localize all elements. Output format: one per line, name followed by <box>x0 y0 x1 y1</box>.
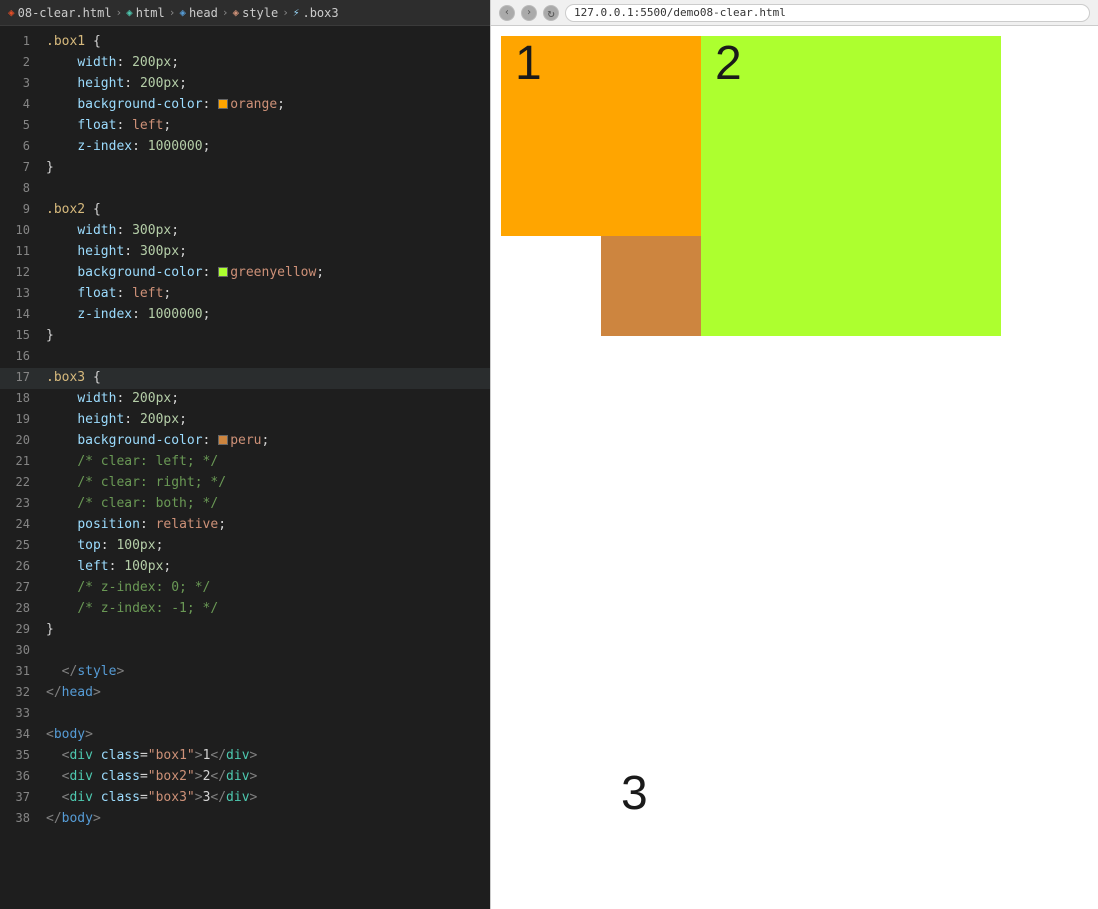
demo-box1: 1 <box>501 36 701 236</box>
breadcrumb-style-label: style <box>242 6 278 20</box>
color-swatch-orange <box>218 99 228 109</box>
code-block-box1: 1 .box1 { 2 width: 200px; 3 height: 200p… <box>0 26 490 836</box>
breadcrumb-head-label: head <box>189 6 218 20</box>
file-icon: ◈ <box>8 6 15 19</box>
breadcrumb-file-label: 08-clear.html <box>18 6 112 20</box>
code-line-30: 30 <box>0 641 490 662</box>
head-icon: ◈ <box>179 6 186 19</box>
browser-back-button[interactable]: ‹ <box>499 5 515 21</box>
code-line-5: 5 float: left; <box>0 116 490 137</box>
code-line-17: 17 .box3 { <box>0 368 490 389</box>
breadcrumb-sep3: › <box>222 6 229 19</box>
code-line-4: 4 background-color: orange; <box>0 95 490 116</box>
code-line-37: 37 <div class="box3">3</div> <box>0 788 490 809</box>
browser-header: ‹ › ↻ 127.0.0.1:5500/demo08-clear.html <box>491 0 1098 26</box>
code-line-3: 3 height: 200px; <box>0 74 490 95</box>
breadcrumb-html-label: html <box>136 6 165 20</box>
box1-label: 1 <box>501 29 556 98</box>
breadcrumb-file[interactable]: ◈ 08-clear.html <box>8 6 112 20</box>
browser-refresh-button[interactable]: ↻ <box>543 5 559 21</box>
code-line-1: 1 .box1 { <box>0 32 490 53</box>
code-line-16: 16 <box>0 347 490 368</box>
code-line-23: 23 /* clear: both; */ <box>0 494 490 515</box>
code-line-13: 13 float: left; <box>0 284 490 305</box>
code-line-31: 31 </style> <box>0 662 490 683</box>
code-line-8: 8 <box>0 179 490 200</box>
editor-panel: ◈ 08-clear.html › ◈ html › ◈ head › ◈ st… <box>0 0 490 909</box>
code-line-14: 14 z-index: 1000000; <box>0 305 490 326</box>
color-swatch-peru <box>218 435 228 445</box>
code-line-22: 22 /* clear: right; */ <box>0 473 490 494</box>
color-swatch-greenyellow <box>218 267 228 277</box>
box2-label: 2 <box>701 29 756 98</box>
breadcrumb-style[interactable]: ◈ style <box>232 6 278 20</box>
code-line-20: 20 background-color: peru; <box>0 431 490 452</box>
browser-content: 1 2 3 <box>491 26 1098 909</box>
breadcrumb-head[interactable]: ◈ head <box>179 6 218 20</box>
code-line-28: 28 /* z-index: -1; */ <box>0 599 490 620</box>
code-line-29: 29 } <box>0 620 490 641</box>
code-line-36: 36 <div class="box2">2</div> <box>0 767 490 788</box>
code-line-2: 2 width: 200px; <box>0 53 490 74</box>
code-line-26: 26 left: 100px; <box>0 557 490 578</box>
code-line-6: 6 z-index: 1000000; <box>0 137 490 158</box>
code-line-18: 18 width: 200px; <box>0 389 490 410</box>
breadcrumb-html[interactable]: ◈ html <box>126 6 165 20</box>
breadcrumb-sep1: › <box>116 6 123 19</box>
code-line-27: 27 /* z-index: 0; */ <box>0 578 490 599</box>
breadcrumb-sep4: › <box>282 6 289 19</box>
breadcrumb-sep2: › <box>169 6 176 19</box>
demo-box2: 2 <box>701 36 1001 336</box>
browser-url-bar[interactable]: 127.0.0.1:5500/demo08-clear.html <box>565 4 1090 22</box>
code-line-12: 12 background-color: greenyellow; <box>0 263 490 284</box>
code-line-10: 10 width: 300px; <box>0 221 490 242</box>
box3-label: 3 <box>621 766 1098 821</box>
code-line-32: 32 </head> <box>0 683 490 704</box>
code-line-7: 7 } <box>0 158 490 179</box>
code-line-25: 25 top: 100px; <box>0 536 490 557</box>
code-line-19: 19 height: 200px; <box>0 410 490 431</box>
code-line-11: 11 height: 300px; <box>0 242 490 263</box>
breadcrumb-box3-label: .box3 <box>302 6 338 20</box>
breadcrumb: ◈ 08-clear.html › ◈ html › ◈ head › ◈ st… <box>0 0 490 26</box>
code-line-21: 21 /* clear: left; */ <box>0 452 490 473</box>
code-editor[interactable]: 1 .box1 { 2 width: 200px; 3 height: 200p… <box>0 26 490 909</box>
code-line-15: 15 } <box>0 326 490 347</box>
html-icon: ◈ <box>126 6 133 19</box>
breadcrumb-box3[interactable]: ⚡ .box3 <box>293 6 339 20</box>
code-line-9: 9 .box2 { <box>0 200 490 221</box>
browser-url-text: 127.0.0.1:5500/demo08-clear.html <box>574 6 786 19</box>
code-line-35: 35 <div class="box1">1</div> <box>0 746 490 767</box>
code-line-34: 34 <body> <box>0 725 490 746</box>
code-line-38: 38 </body> <box>0 809 490 830</box>
browser-forward-button[interactable]: › <box>521 5 537 21</box>
style-icon: ◈ <box>232 6 239 19</box>
code-line-24: 24 position: relative; <box>0 515 490 536</box>
box3-icon: ⚡ <box>293 6 300 19</box>
browser-panel: ‹ › ↻ 127.0.0.1:5500/demo08-clear.html 1… <box>490 0 1098 909</box>
code-line-33: 33 <box>0 704 490 725</box>
